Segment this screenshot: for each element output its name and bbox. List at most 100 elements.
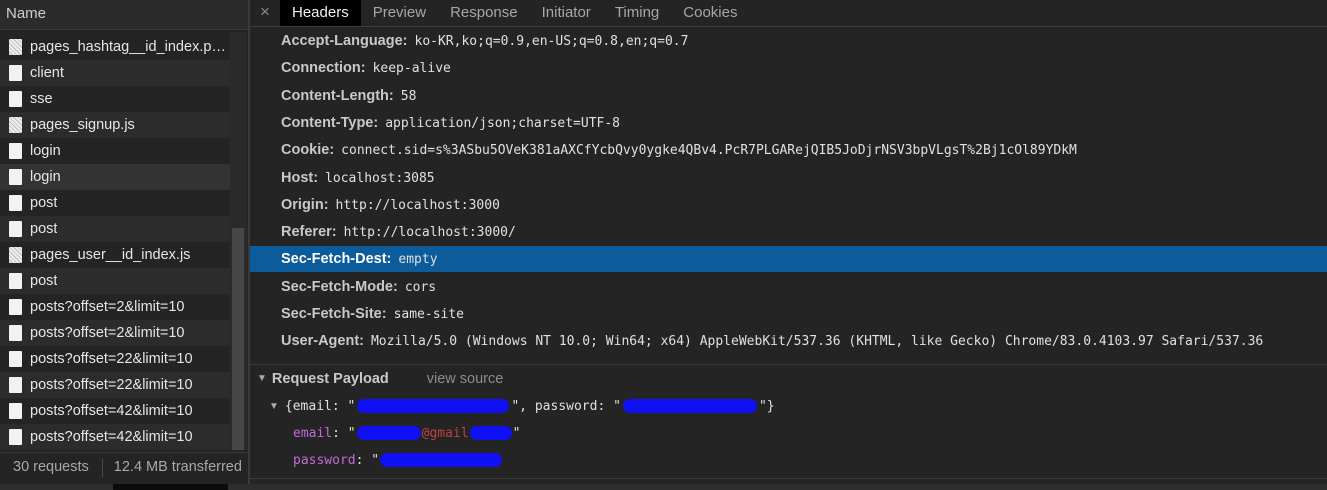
header-key: User-Agent: [281,333,364,349]
payload-summary-mid: ", password: " [511,398,621,414]
bottom-scrollbar[interactable] [0,484,1327,490]
request-count: 30 requests [13,459,89,475]
request-name: login [30,169,61,185]
document-icon [9,429,22,445]
request-name: posts?offset=2&limit=10 [30,299,185,315]
document-icon [9,143,22,159]
header-value: http://localhost:3000 [335,197,500,213]
header-value: same-site [393,306,465,322]
redaction-mark [469,426,512,440]
header-row[interactable]: Connection: keep-alive [250,55,1327,81]
header-key: Host: [281,170,319,186]
payload-quote: " [371,452,380,468]
payload-password-key: password [293,452,356,468]
request-name: pages_hashtag__id_index.pag... [30,39,230,55]
bottom-scrollbar-thumb[interactable] [113,484,228,490]
header-value: cors [404,279,437,295]
request-row[interactable]: pages_hashtag__id_index.pag... [0,34,230,60]
image-file-icon [9,39,22,55]
request-row[interactable]: posts?offset=22&limit=10 [0,346,230,372]
image-file-icon [9,117,22,133]
request-row[interactable]: posts?offset=22&limit=10 [0,372,230,398]
header-value: 58 [400,88,417,104]
request-row[interactable]: sse [0,86,230,112]
header-row[interactable]: Content-Length: 58 [250,83,1327,109]
header-key: Content-Type: [281,115,379,131]
request-name: posts?offset=2&limit=10 [30,325,185,341]
header-key: Sec-Fetch-Mode: [281,279,398,295]
header-key: Connection: [281,60,366,76]
header-key: Sec-Fetch-Dest: [281,251,392,267]
redaction-mark [356,426,421,440]
redaction-mark [380,453,503,467]
payload-quote: " [347,425,356,441]
header-value: http://localhost:3000/ [343,224,516,240]
header-row[interactable]: Host: localhost:3085 [250,165,1327,191]
header-row[interactable]: Cookie: connect.sid=s%3ASbu5OVeK381aAXCfY… [250,137,1327,163]
request-row[interactable]: login [0,138,230,164]
request-name: posts?offset=22&limit=10 [30,377,193,393]
request-row[interactable]: pages_signup.js [0,112,230,138]
tab-preview[interactable]: Preview [361,0,438,26]
request-row[interactable]: login [0,164,230,190]
request-row[interactable]: posts?offset=2&limit=10 [0,320,230,346]
header-value: ko-KR,ko;q=0.9,en-US;q=0.8,en;q=0.7 [414,33,689,49]
header-row[interactable]: Content-Type: application/json;charset=UT… [250,110,1327,136]
header-row[interactable]: Sec-Fetch-Mode: cors [250,274,1327,300]
header-row[interactable]: Accept-Language: ko-KR,ko;q=0.9,en-US;q=0… [250,28,1327,54]
payload-summary-row[interactable]: ▼ {email: " ", password: " "} [269,393,775,419]
header-key: Cookie: [281,142,335,158]
request-list-scrollbar-thumb[interactable] [232,228,244,450]
view-source-link[interactable]: view source [427,371,504,387]
status-bar: 30 requests 12.4 MB transferred [0,452,248,484]
tab-response[interactable]: Response [438,0,530,26]
request-row[interactable]: post [0,268,230,294]
payload-colon: : [355,452,372,468]
request-name: login [30,143,61,159]
request-payload-section-header[interactable]: ▼ Request Payload view source [250,364,1327,392]
triangle-down-icon[interactable]: ▼ [269,401,279,412]
request-name: posts?offset=42&limit=10 [30,429,193,445]
detail-tab-bar: × Headers Preview Response Initiator Timing C… [250,0,1327,27]
close-icon[interactable]: × [250,0,280,26]
header-row[interactable]: Referer: http://localhost:3000/ [250,219,1327,245]
header-row[interactable]: User-Agent: Mozilla/5.0 (Windows NT 10.0;… [250,328,1327,354]
payload-summary-open: {email: " [284,398,356,414]
document-icon [9,221,22,237]
request-name: post [30,195,58,211]
header-key: Accept-Language: [281,33,408,49]
name-column-header[interactable]: Name [0,0,248,30]
header-row[interactable]: Sec-Fetch-Site: same-site [250,301,1327,327]
redaction-mark [357,399,510,413]
request-row[interactable]: post [0,190,230,216]
request-payload-title: Request Payload [271,370,389,387]
request-name: sse [30,91,53,107]
transferred-size: 12.4 MB transferred [113,459,242,475]
document-icon [9,299,22,315]
payload-email-visible-fragment: @gmail [421,425,469,441]
request-row[interactable]: posts?offset=2&limit=10 [0,294,230,320]
triangle-down-icon[interactable]: ▼ [257,373,267,384]
tab-initiator[interactable]: Initiator [530,0,603,26]
document-icon [9,91,22,107]
document-icon [9,377,22,393]
request-row[interactable]: post [0,216,230,242]
payload-summary-close: "} [758,398,775,414]
document-icon [9,65,22,81]
header-row[interactable]: Origin: http://localhost:3000 [250,192,1327,218]
request-row[interactable]: pages_user__id_index.js [0,242,230,268]
tab-cookies[interactable]: Cookies [671,0,749,26]
tab-timing[interactable]: Timing [603,0,671,26]
header-value: empty [398,251,438,267]
payload-email-row[interactable]: email : " @gmail " [293,420,520,446]
payload-email-key: email [293,425,333,441]
requests-panel: Name pages_hashtag__id_index.pag...clien… [0,0,248,490]
document-icon [9,403,22,419]
request-row[interactable]: client [0,60,230,86]
request-row[interactable]: posts?offset=42&limit=10 [0,424,230,450]
header-row[interactable]: Sec-Fetch-Dest: empty [250,246,1327,272]
request-row[interactable]: posts?offset=42&limit=10 [0,398,230,424]
payload-password-row[interactable]: password : " [293,447,503,473]
tab-headers[interactable]: Headers [280,0,361,26]
request-name: post [30,273,58,289]
